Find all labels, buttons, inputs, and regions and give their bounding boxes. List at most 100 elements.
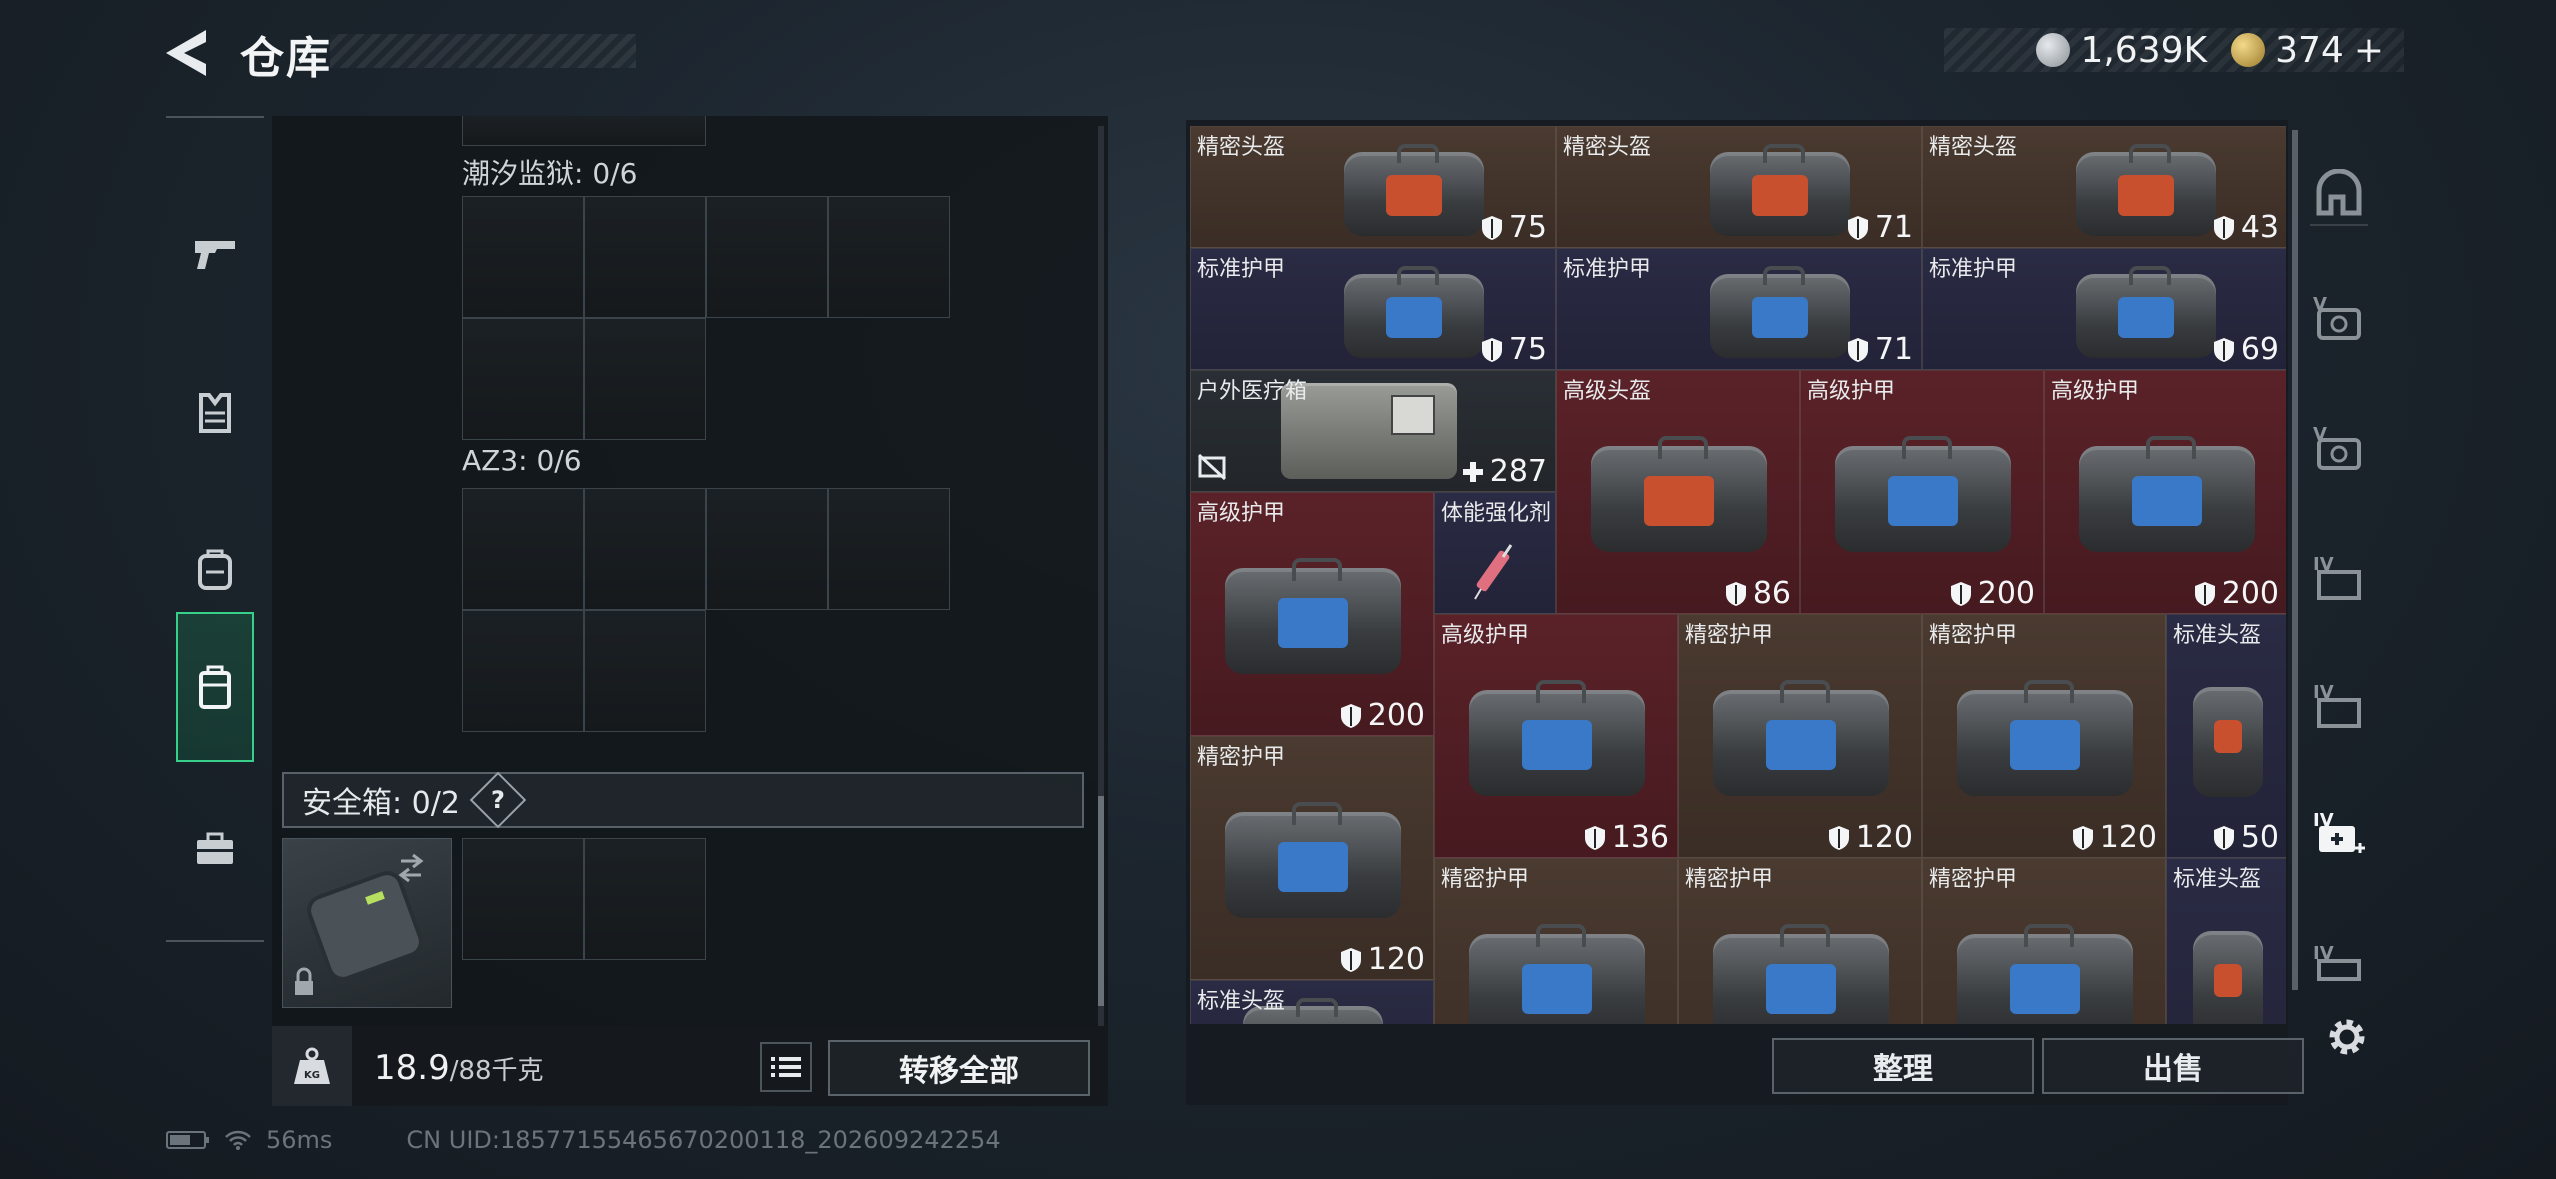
inventory-item[interactable]: 高级头盔 86: [1556, 370, 1800, 614]
safe-case-item[interactable]: [282, 838, 452, 1008]
safe-slot[interactable]: [584, 838, 706, 960]
add-gold-button[interactable]: +: [2354, 30, 2384, 71]
inventory-item[interactable]: 高级护甲 136: [1434, 614, 1678, 858]
grid-cell[interactable]: [462, 318, 584, 440]
grid-cell[interactable]: [828, 488, 950, 610]
filter-armor-v-2[interactable]: V: [2310, 418, 2368, 476]
inventory-item[interactable]: 精密头盔 71: [1556, 126, 1922, 248]
sell-button[interactable]: 出售: [2042, 1038, 2304, 1094]
status-footer: 56ms CN UID:18577155465670200118_2026092…: [166, 1126, 1001, 1154]
item-name: 标准护甲: [1197, 257, 1286, 282]
filter-box-iv-2[interactable]: IV: [2310, 676, 2368, 734]
armor-bag-image: [2079, 435, 2255, 552]
gold-amount: 374: [2275, 29, 2344, 71]
filter-box-iv[interactable]: IV: [2310, 548, 2368, 606]
inventory-item[interactable]: 精密头盔 75: [1190, 126, 1556, 248]
inventory-item[interactable]: 高级护甲 200: [1190, 492, 1434, 736]
inventory-item[interactable]: 户外医疗箱 287: [1190, 370, 1556, 492]
inventory-item[interactable]: 标准头盔: [2166, 858, 2286, 1024]
inventory-item[interactable]: 精密护甲 120: [1190, 736, 1434, 980]
grid-cell: [462, 116, 706, 146]
pistol-icon: [195, 241, 235, 269]
inventory-item[interactable]: 标准头盔 50: [2166, 614, 2286, 858]
safe-slot[interactable]: [462, 838, 584, 960]
filter-armor-v[interactable]: V: [2310, 288, 2368, 346]
scrollbar-thumb[interactable]: [2292, 130, 2298, 990]
filter-helmet[interactable]: [2310, 166, 2368, 226]
shield-icon: [1340, 703, 1361, 728]
back-arrow-icon: [166, 30, 206, 76]
inventory-item[interactable]: 标准护甲 69: [1922, 248, 2286, 370]
battery-icon: [166, 1131, 209, 1149]
list-view-button[interactable]: [760, 1042, 812, 1092]
inventory-item[interactable]: 精密护甲 120: [1678, 614, 1922, 858]
grid-cell[interactable]: [706, 196, 828, 318]
nav-toolbox[interactable]: [176, 774, 254, 924]
armor-bag-image: [1225, 801, 1401, 918]
back-button[interactable]: [160, 26, 210, 80]
grid-cell[interactable]: [584, 196, 706, 318]
filter-box-iv-3[interactable]: IV: [2310, 932, 2368, 990]
item-value-text: 200: [1977, 576, 2035, 611]
page-title: 仓库: [240, 33, 332, 84]
nav-container[interactable]: [176, 612, 254, 762]
safe-case-icon: [295, 853, 424, 995]
inventory-item[interactable]: 精密护甲: [1434, 858, 1678, 1024]
inventory-item[interactable]: 精密护甲 120: [1922, 614, 2166, 858]
inventory-item[interactable]: 标准护甲 75: [1190, 248, 1556, 370]
armor-bag-image: [1709, 265, 1851, 359]
grid-cell[interactable]: [584, 610, 706, 732]
item-value-text: 200: [1367, 698, 1425, 733]
ping-label: 56ms: [266, 1126, 333, 1154]
armor-bag-image: [2075, 265, 2217, 359]
grid-cell[interactable]: [462, 488, 584, 610]
swap-icon: [398, 853, 424, 883]
inventory-item[interactable]: 体能强化剂: [1434, 492, 1556, 614]
item-durability: 50: [2213, 820, 2279, 855]
nav-vest[interactable]: [176, 338, 254, 488]
item-name: 精密护甲: [1441, 867, 1530, 892]
filter-medkit-iv[interactable]: IV: [2310, 804, 2368, 862]
tidy-button[interactable]: 整理: [1772, 1038, 2034, 1094]
helmet-bag-image: [2075, 143, 2217, 237]
grid-cell[interactable]: [706, 488, 828, 610]
inventory-item[interactable]: 高级护甲 200: [2044, 370, 2286, 614]
item-name: 精密护甲: [1929, 623, 2018, 648]
scrollbar-thumb[interactable]: [1098, 796, 1104, 1006]
inventory-item[interactable]: 精密头盔 43: [1922, 126, 2286, 248]
nav-weapon[interactable]: [176, 178, 254, 328]
gold-coin-icon: [2231, 33, 2266, 67]
grid-cell[interactable]: [584, 318, 706, 440]
item-durability: 136: [1584, 820, 1669, 855]
box-iv-icon: IV: [2313, 682, 2361, 728]
item-name: 户外医疗箱: [1197, 379, 1308, 404]
weight-readout: 18.9/88千克: [374, 1048, 544, 1088]
inventory-item[interactable]: 精密护甲: [1678, 858, 1922, 1024]
inventory-item[interactable]: 标准护甲 71: [1556, 248, 1922, 370]
weight-current: 18.9: [374, 1048, 450, 1088]
item-durability: 120: [2072, 820, 2157, 855]
item-name: 标准头盔: [2173, 867, 2262, 892]
settings-button[interactable]: [2324, 1014, 2370, 1060]
helmet-case-image: [2193, 931, 2263, 1024]
item-durability: 200: [2194, 576, 2279, 611]
shield-icon: [1340, 947, 1361, 972]
help-button[interactable]: ?: [469, 771, 527, 829]
grid-cell[interactable]: [584, 488, 706, 610]
safe-box-label: 安全箱: 0/2: [302, 786, 460, 821]
inventory-item[interactable]: 标准头盔: [1190, 980, 1434, 1024]
item-name: 高级护甲: [1441, 623, 1530, 648]
inventory-item[interactable]: 精密护甲: [1922, 858, 2166, 1024]
item-name: 标准护甲: [1929, 257, 2018, 282]
item-value-text: 75: [1508, 332, 1547, 367]
item-durability: 120: [1828, 820, 1913, 855]
right-filter-nav: V V IV IV IV IV: [2300, 80, 2378, 1040]
transfer-all-button[interactable]: 转移全部: [828, 1040, 1090, 1096]
inventory-grid: 精密头盔 75 精密头盔 71 精密头盔 43 标准护甲 75 标准护甲 71 标准护甲 69 户外医疗…: [1190, 126, 2286, 1024]
grid-cell[interactable]: [828, 196, 950, 318]
grid-cell[interactable]: [462, 196, 584, 318]
inventory-item[interactable]: 高级护甲 200: [1800, 370, 2044, 614]
item-name: 标准护甲: [1563, 257, 1652, 282]
grid-cell[interactable]: [462, 610, 584, 732]
wifi-icon: [225, 1130, 251, 1150]
